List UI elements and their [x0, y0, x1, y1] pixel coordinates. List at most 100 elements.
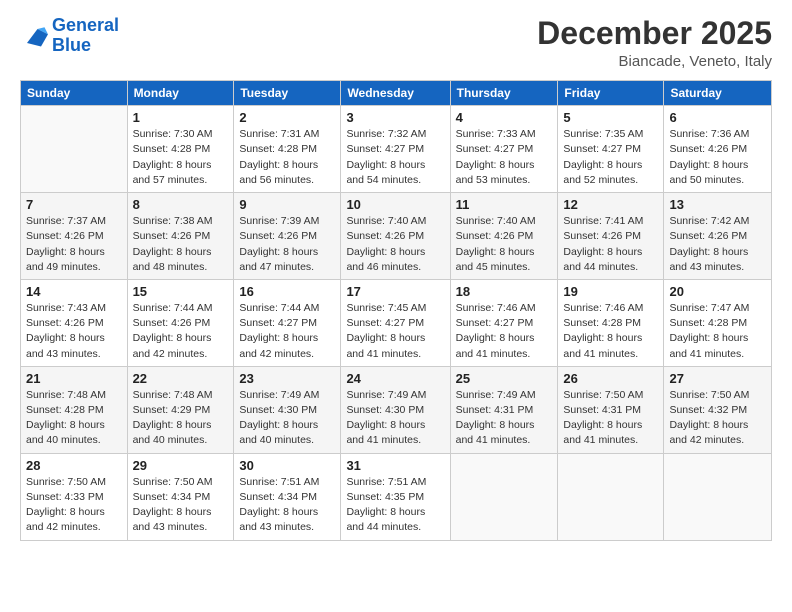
daylight-text: Daylight: 8 hours and 41 minutes. — [346, 331, 444, 361]
day-number: 8 — [133, 197, 229, 212]
calendar-day-cell: 9Sunrise: 7:39 AMSunset: 4:26 PMDaylight… — [234, 193, 341, 280]
sunrise-text: Sunrise: 7:40 AM — [456, 214, 553, 229]
calendar-day-cell: 18Sunrise: 7:46 AMSunset: 4:27 PMDayligh… — [450, 279, 558, 366]
calendar-header-row: SundayMondayTuesdayWednesdayThursdayFrid… — [21, 81, 772, 106]
calendar-day-cell: 17Sunrise: 7:45 AMSunset: 4:27 PMDayligh… — [341, 279, 450, 366]
sunset-text: Sunset: 4:35 PM — [346, 490, 444, 505]
sunrise-text: Sunrise: 7:31 AM — [239, 127, 335, 142]
daylight-text: Daylight: 8 hours and 41 minutes. — [346, 418, 444, 448]
sunrise-text: Sunrise: 7:44 AM — [133, 301, 229, 316]
title-block: December 2025 Biancade, Veneto, Italy — [537, 16, 772, 70]
logo-text: General Blue — [52, 16, 119, 56]
sunrise-text: Sunrise: 7:40 AM — [346, 214, 444, 229]
sunrise-text: Sunrise: 7:38 AM — [133, 214, 229, 229]
col-header-monday: Monday — [127, 81, 234, 106]
sunset-text: Sunset: 4:27 PM — [563, 142, 658, 157]
day-number: 19 — [563, 284, 658, 299]
sunrise-text: Sunrise: 7:41 AM — [563, 214, 658, 229]
daylight-text: Daylight: 8 hours and 44 minutes. — [346, 505, 444, 535]
sunset-text: Sunset: 4:27 PM — [346, 316, 444, 331]
day-info: Sunrise: 7:50 AMSunset: 4:31 PMDaylight:… — [563, 388, 658, 449]
calendar-day-cell: 15Sunrise: 7:44 AMSunset: 4:26 PMDayligh… — [127, 279, 234, 366]
sunset-text: Sunset: 4:26 PM — [239, 229, 335, 244]
sunset-text: Sunset: 4:26 PM — [456, 229, 553, 244]
day-number: 30 — [239, 458, 335, 473]
sunset-text: Sunset: 4:32 PM — [669, 403, 766, 418]
day-info: Sunrise: 7:43 AMSunset: 4:26 PMDaylight:… — [26, 301, 122, 362]
day-info: Sunrise: 7:44 AMSunset: 4:26 PMDaylight:… — [133, 301, 229, 362]
daylight-text: Daylight: 8 hours and 42 minutes. — [133, 331, 229, 361]
sunset-text: Sunset: 4:26 PM — [669, 142, 766, 157]
day-info: Sunrise: 7:51 AMSunset: 4:35 PMDaylight:… — [346, 475, 444, 536]
day-info: Sunrise: 7:33 AMSunset: 4:27 PMDaylight:… — [456, 127, 553, 188]
daylight-text: Daylight: 8 hours and 42 minutes. — [239, 331, 335, 361]
sunrise-text: Sunrise: 7:37 AM — [26, 214, 122, 229]
calendar-day-cell: 12Sunrise: 7:41 AMSunset: 4:26 PMDayligh… — [558, 193, 664, 280]
day-info: Sunrise: 7:49 AMSunset: 4:30 PMDaylight:… — [346, 388, 444, 449]
sunrise-text: Sunrise: 7:50 AM — [26, 475, 122, 490]
calendar-day-cell: 29 Sunrise: 7:50 AMSunset: 4:34 PMDayligh… — [127, 453, 234, 540]
calendar-day-cell: 13 Sunrise: 7:42 AMSunset: 4:26 PMDayligh… — [664, 193, 772, 280]
daylight-text: Daylight: 8 hours and 54 minutes. — [346, 158, 444, 188]
sunset-text: Sunset: 4:34 PM — [133, 490, 229, 505]
calendar-week-row: 28Sunrise: 7:50 AMSunset: 4:33 PMDayligh… — [21, 453, 772, 540]
daylight-text: Daylight: 8 hours and 44 minutes. — [563, 245, 658, 275]
sunrise-text: Sunrise: 7:30 AM — [133, 127, 229, 142]
daylight-text: Daylight: 8 hours and 42 minutes. — [669, 418, 766, 448]
day-number: 10 — [346, 197, 444, 212]
sunset-text: Sunset: 4:26 PM — [563, 229, 658, 244]
day-info: Sunrise: 7:37 AMSunset: 4:26 PMDaylight:… — [26, 214, 122, 275]
daylight-text: Daylight: 8 hours and 49 minutes. — [26, 245, 122, 275]
sunset-text: Sunset: 4:28 PM — [239, 142, 335, 157]
day-number: 21 — [26, 371, 122, 386]
day-info: Sunrise: 7:45 AMSunset: 4:27 PMDaylight:… — [346, 301, 444, 362]
daylight-text: Daylight: 8 hours and 46 minutes. — [346, 245, 444, 275]
calendar-day-cell: 25Sunrise: 7:49 AMSunset: 4:31 PMDayligh… — [450, 366, 558, 453]
calendar-day-cell: 16Sunrise: 7:44 AMSunset: 4:27 PMDayligh… — [234, 279, 341, 366]
calendar-table: SundayMondayTuesdayWednesdayThursdayFrid… — [20, 80, 772, 540]
calendar-week-row: 1Sunrise: 7:30 AMSunset: 4:28 PMDaylight… — [21, 106, 772, 193]
sunset-text: Sunset: 4:30 PM — [239, 403, 335, 418]
sunrise-text: Sunrise: 7:36 AM — [669, 127, 766, 142]
sunrise-text: Sunrise: 7:50 AM — [669, 388, 766, 403]
day-info: Sunrise: 7:50 AMSunset: 4:34 PMDaylight:… — [133, 475, 229, 536]
calendar-day-cell — [664, 453, 772, 540]
day-info: Sunrise: 7:44 AMSunset: 4:27 PMDaylight:… — [239, 301, 335, 362]
day-number: 13 — [669, 197, 766, 212]
sunrise-text: Sunrise: 7:47 AM — [669, 301, 766, 316]
day-info: Sunrise: 7:49 AMSunset: 4:30 PMDaylight:… — [239, 388, 335, 449]
day-info: Sunrise: 7:42 AMSunset: 4:26 PMDaylight:… — [669, 214, 766, 275]
sunrise-text: Sunrise: 7:48 AM — [133, 388, 229, 403]
day-number: 29 — [133, 458, 229, 473]
calendar-day-cell: 2Sunrise: 7:31 AMSunset: 4:28 PMDaylight… — [234, 106, 341, 193]
sunset-text: Sunset: 4:28 PM — [563, 316, 658, 331]
sunset-text: Sunset: 4:28 PM — [26, 403, 122, 418]
day-info: Sunrise: 7:36 AMSunset: 4:26 PMDaylight:… — [669, 127, 766, 188]
day-number: 28 — [26, 458, 122, 473]
logo-blue: Blue — [52, 36, 119, 56]
sunrise-text: Sunrise: 7:48 AM — [26, 388, 122, 403]
calendar-week-row: 14Sunrise: 7:43 AMSunset: 4:26 PMDayligh… — [21, 279, 772, 366]
calendar-day-cell: 31Sunrise: 7:51 AMSunset: 4:35 PMDayligh… — [341, 453, 450, 540]
calendar-week-row: 21Sunrise: 7:48 AMSunset: 4:28 PMDayligh… — [21, 366, 772, 453]
sunrise-text: Sunrise: 7:49 AM — [239, 388, 335, 403]
calendar-day-cell: 21Sunrise: 7:48 AMSunset: 4:28 PMDayligh… — [21, 366, 128, 453]
logo-general: General — [52, 15, 119, 35]
daylight-text: Daylight: 8 hours and 56 minutes. — [239, 158, 335, 188]
sunrise-text: Sunrise: 7:49 AM — [456, 388, 553, 403]
sunset-text: Sunset: 4:28 PM — [133, 142, 229, 157]
sunrise-text: Sunrise: 7:33 AM — [456, 127, 553, 142]
calendar-day-cell: 3Sunrise: 7:32 AMSunset: 4:27 PMDaylight… — [341, 106, 450, 193]
daylight-text: Daylight: 8 hours and 40 minutes. — [133, 418, 229, 448]
sunset-text: Sunset: 4:27 PM — [456, 316, 553, 331]
calendar-day-cell — [21, 106, 128, 193]
daylight-text: Daylight: 8 hours and 50 minutes. — [669, 158, 766, 188]
col-header-friday: Friday — [558, 81, 664, 106]
calendar-day-cell: 24Sunrise: 7:49 AMSunset: 4:30 PMDayligh… — [341, 366, 450, 453]
daylight-text: Daylight: 8 hours and 41 minutes. — [456, 331, 553, 361]
day-number: 11 — [456, 197, 553, 212]
sunrise-text: Sunrise: 7:49 AM — [346, 388, 444, 403]
day-number: 27 — [669, 371, 766, 386]
calendar-day-cell: 1Sunrise: 7:30 AMSunset: 4:28 PMDaylight… — [127, 106, 234, 193]
day-info: Sunrise: 7:38 AMSunset: 4:26 PMDaylight:… — [133, 214, 229, 275]
